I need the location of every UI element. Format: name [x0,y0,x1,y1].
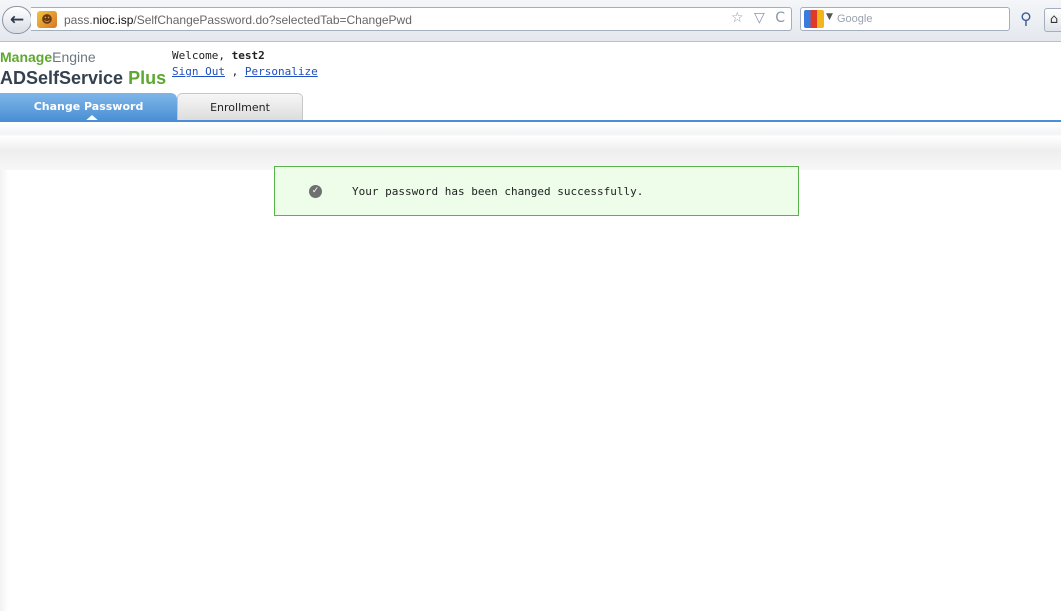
success-message-text: Your password has been changed successfu… [352,185,644,198]
address-bar[interactable]: ☻ pass.nioc.isp/SelfChangePassword.do?se… [31,7,792,31]
left-edge-shade [0,170,9,611]
site-favicon-icon: ☻ [37,11,57,28]
logo-brand-b: Engine [52,49,96,65]
search-bar[interactable]: ▼ Google [800,7,1010,31]
logo-product: ADSelfService Plus [0,68,166,89]
logo-brand-a: Manage [0,49,53,65]
url-controls: ☆ ▽ C [725,10,785,26]
welcome-text: Welcome, test2 [172,49,265,62]
history-dropdown-icon[interactable]: ▽ [754,10,765,26]
search-engine-caret-icon[interactable]: ▼ [826,12,833,22]
home-button[interactable]: ⌂ [1044,8,1061,32]
welcome-prefix: Welcome, [172,49,232,62]
browser-toolbar: ← ☻ pass.nioc.isp/SelfChangePassword.do?… [0,0,1061,42]
success-message-box: ✓ Your password has been changed success… [274,166,799,216]
back-button[interactable]: ← [2,6,32,34]
username: test2 [231,49,265,62]
personalize-link[interactable]: Personalize [245,65,318,78]
search-engine-icon[interactable] [804,10,824,28]
url-prefix: pass. [64,13,93,27]
tab-change-password-label: Change Password [33,100,144,113]
logo-product-name: ADSelfService [0,68,129,88]
link-separator: , [224,65,245,78]
reload-icon[interactable]: C [775,10,785,26]
url-path: /SelfChangePassword.do?selectedTab=Chang… [133,13,412,27]
tab-change-password[interactable]: Change Password [0,93,177,122]
url-text: pass.nioc.isp/SelfChangePassword.do?sele… [64,13,412,27]
logo-manageengine: ManageEngine [0,49,96,65]
logo-product-plus: Plus [128,68,167,88]
sign-out-link[interactable]: Sign Out [172,65,225,78]
app-header: ManageEngine ADSelfService Plus Welcome,… [0,42,1061,122]
tab-enrollment-label: Enrollment [210,101,270,114]
tab-enrollment[interactable]: Enrollment [177,93,303,121]
check-circle-icon: ✓ [309,185,322,198]
search-magnifier-icon[interactable]: ⚲ [1014,9,1038,31]
header-band [0,122,1061,170]
bookmark-star-icon[interactable]: ☆ [731,10,744,26]
url-host: nioc.isp [92,13,134,27]
search-placeholder: Google [837,13,873,25]
user-links: Sign Out , Personalize [172,65,318,78]
back-arrow-icon: ← [9,10,25,30]
